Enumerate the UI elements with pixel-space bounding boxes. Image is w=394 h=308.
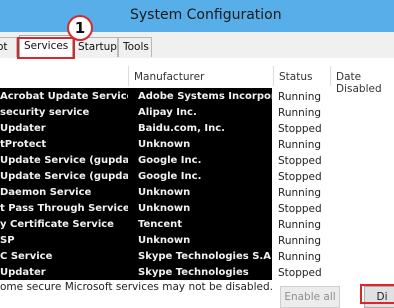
service-name: C Service [0,251,53,262]
service-name: Acrobat Update Service [0,91,128,102]
window-title: System Configuration [130,7,282,23]
service-manufacturer: Skype Technologies S.A. [138,251,272,262]
service-manufacturer: Unknown [138,187,191,198]
service-status: Running [278,107,322,119]
step-callout-badge: 1 [67,15,93,41]
service-name: y Certificate Service [0,219,114,230]
service-manufacturer: Adobe Systems Incorporated [138,91,272,102]
service-manufacturer: Skype Technologies [138,267,249,278]
tab-boot[interactable]: ot [0,37,17,57]
service-name: security service [0,107,90,118]
service-status: Running [278,187,322,199]
service-manufacturer: Google Inc. [138,155,202,166]
service-status: Running [278,235,322,247]
column-header-manufacturer[interactable]: Manufacturer [134,71,204,83]
service-manufacturer: Unknown [138,139,191,150]
service-status: Stopped [278,155,322,167]
table-row[interactable]: Acrobat Update Service Adobe Systems Inc… [0,90,394,106]
service-name: SP [0,235,15,246]
table-row[interactable]: SP Unknown Running [0,234,394,250]
service-status: Stopped [278,203,322,215]
table-row[interactable]: Updater Skype Technologies Stopped [0,266,394,282]
services-tab-highlight [17,37,75,59]
service-status: Running [278,251,322,263]
service-name: Update Service (gupdatem) [0,171,128,182]
column-separator [330,66,331,86]
service-status: Stopped [278,123,322,135]
secure-services-note: ome secure Microsoft services may not be… [0,281,273,293]
service-status: Stopped [278,267,322,279]
service-manufacturer: Baidu.com, Inc. [138,123,225,134]
service-status: Running [278,91,322,103]
table-row[interactable]: Updater Baidu.com, Inc. Stopped [0,122,394,138]
service-status: Running [278,219,322,231]
service-manufacturer: Google Inc. [138,171,202,182]
service-name: tProtect [0,139,47,150]
service-name: Daemon Service [0,187,92,198]
column-header-status[interactable]: Status [279,71,312,83]
service-manufacturer: Unknown [138,235,191,246]
title-bar: System Configuration [0,0,394,32]
service-status: Stopped [278,171,322,183]
service-name: Updater [0,267,46,278]
disable-all-highlight [360,284,394,304]
table-row[interactable]: tProtect Unknown Running [0,138,394,154]
table-row[interactable]: security service Alipay Inc. Running [0,106,394,122]
tab-tools[interactable]: Tools [118,37,152,57]
table-row[interactable]: Daemon Service Unknown Running [0,186,394,202]
service-manufacturer: Alipay Inc. [138,107,197,118]
service-status: Running [278,139,322,151]
service-name: Update Service (gupdate) [0,155,128,166]
service-name: t Pass Through Service [0,203,128,214]
enable-all-button[interactable]: Enable all [280,286,340,308]
table-row[interactable]: Update Service (gupdate) Google Inc. Sto… [0,154,394,170]
table-row[interactable]: Update Service (gupdatem) Google Inc. St… [0,170,394,186]
table-row[interactable]: t Pass Through Service Unknown Stopped [0,202,394,218]
list-header: Manufacturer Status Date Disabled [0,58,394,95]
service-manufacturer: Tencent [138,219,183,230]
service-name: Updater [0,123,46,134]
service-manufacturer: Unknown [138,203,191,214]
table-row[interactable]: y Certificate Service Tencent Running [0,218,394,234]
column-separator [128,66,129,86]
table-row[interactable]: C Service Skype Technologies S.A. Runnin… [0,250,394,266]
column-separator [273,66,274,86]
